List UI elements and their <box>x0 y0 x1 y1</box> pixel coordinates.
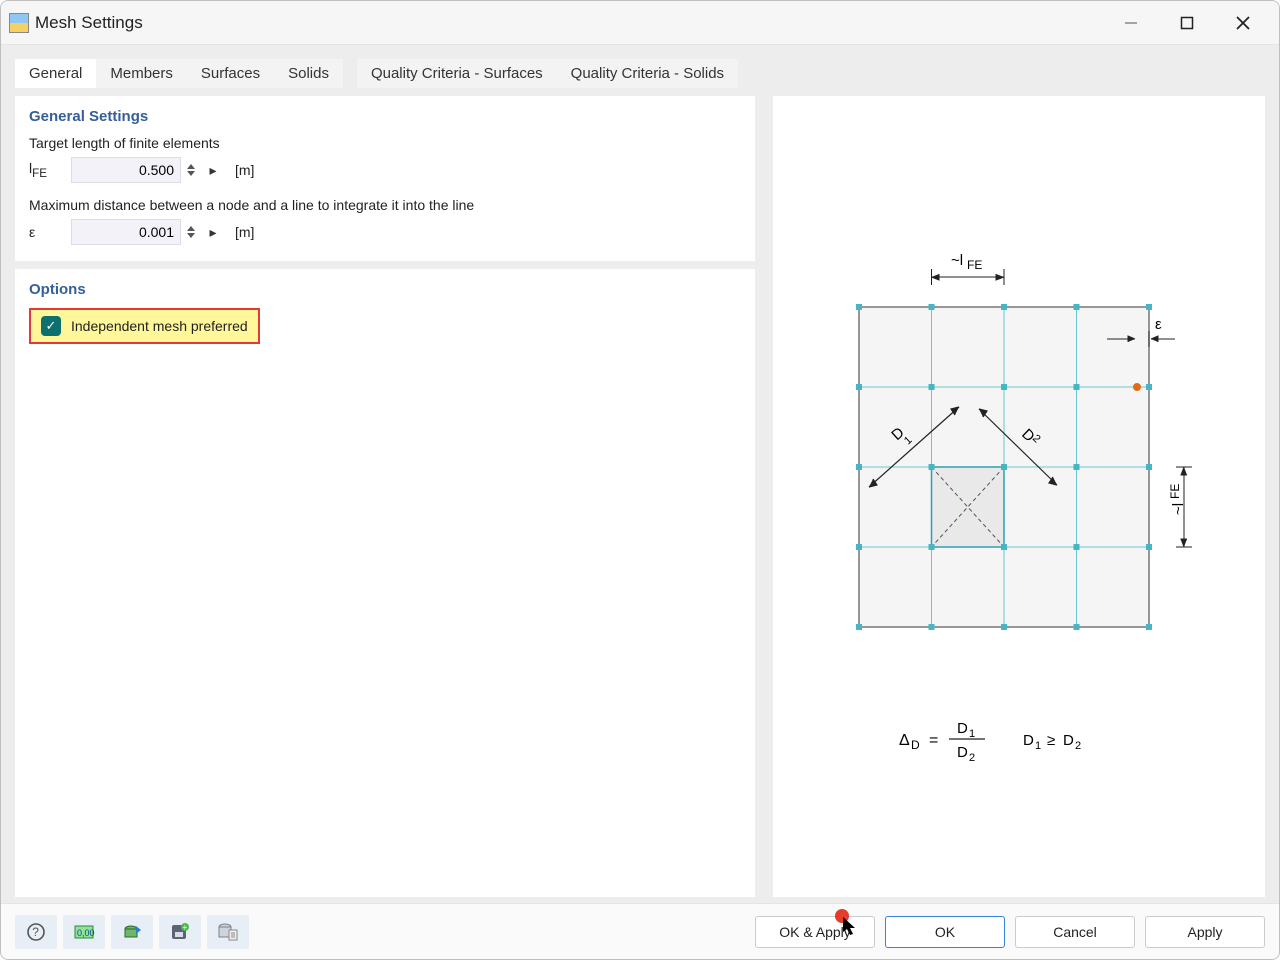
minimize-button[interactable] <box>1103 3 1159 43</box>
tab-surfaces[interactable]: Surfaces <box>187 59 274 88</box>
options-title: Options <box>29 281 741 298</box>
max-distance-symbol: ε <box>29 224 63 240</box>
svg-text:FE: FE <box>1168 483 1182 498</box>
tab-solids[interactable]: Solids <box>274 59 343 88</box>
units-icon: 0,00 <box>73 922 95 942</box>
svg-text:~l: ~l <box>951 252 963 269</box>
svg-text:Δ: Δ <box>899 732 910 749</box>
export-button[interactable] <box>111 915 153 949</box>
svg-text:2: 2 <box>969 752 975 764</box>
target-length-row: lFE ▸ [m] <box>29 157 741 183</box>
svg-text:=: = <box>929 732 938 749</box>
svg-text:D: D <box>911 738 920 752</box>
tab-general[interactable]: General <box>15 59 96 88</box>
target-length-label: Target length of finite elements <box>29 135 741 151</box>
chevron-down-icon <box>187 171 195 176</box>
svg-text:~l: ~l <box>1170 502 1187 514</box>
help-button[interactable]: ? <box>15 915 57 949</box>
app-icon <box>9 13 29 33</box>
tab-strip: General Members Surfaces Solids Quality … <box>15 59 1265 88</box>
target-length-input[interactable] <box>71 157 181 183</box>
svg-text:1: 1 <box>1035 740 1041 752</box>
settings-panel: General Settings Target length of finite… <box>15 96 755 897</box>
general-settings-section: General Settings Target length of finite… <box>15 96 755 261</box>
database-icon <box>217 922 239 942</box>
independent-mesh-label: Independent mesh preferred <box>71 318 248 334</box>
tab-quality-surfaces[interactable]: Quality Criteria - Surfaces <box>357 59 557 88</box>
content-area: General Settings Target length of finite… <box>15 96 1265 897</box>
max-distance-unit: [m] <box>235 224 254 240</box>
main-window: Mesh Settings General Members Surfaces S… <box>0 0 1280 960</box>
maximize-button[interactable] <box>1159 3 1215 43</box>
target-length-spinner[interactable] <box>187 157 195 183</box>
tab-quality-solids[interactable]: Quality Criteria - Solids <box>557 59 738 88</box>
chevron-down-icon <box>187 233 195 238</box>
independent-mesh-row[interactable]: ✓ Independent mesh preferred <box>29 308 260 344</box>
dialog-footer: ? 0,00 + OK & Apply OK Cancel Apply <box>1 903 1279 959</box>
svg-text:≥: ≥ <box>1047 732 1055 749</box>
check-icon: ✓ <box>46 318 57 334</box>
svg-text:ε: ε <box>1155 316 1162 333</box>
options-section: Options ✓ Independent mesh preferred <box>15 269 755 897</box>
svg-text:D: D <box>957 744 968 761</box>
max-distance-row: ε ▸ [m] <box>29 219 741 245</box>
database-button[interactable] <box>207 915 249 949</box>
window-title: Mesh Settings <box>35 13 143 33</box>
target-length-picker[interactable]: ▸ <box>205 162 221 178</box>
ok-button[interactable]: OK <box>885 916 1005 948</box>
diagram-panel: D 1 D 2 <box>773 96 1265 897</box>
max-distance-spinner[interactable] <box>187 219 195 245</box>
independent-mesh-checkbox[interactable]: ✓ <box>41 316 61 336</box>
svg-text:?: ? <box>32 925 39 939</box>
tab-members[interactable]: Members <box>96 59 187 88</box>
svg-text:1: 1 <box>969 728 975 740</box>
units-button[interactable]: 0,00 <box>63 915 105 949</box>
svg-text:D: D <box>957 720 968 737</box>
max-distance-picker[interactable]: ▸ <box>205 224 221 240</box>
cursor-icon <box>843 917 859 937</box>
max-distance-input[interactable] <box>71 219 181 245</box>
svg-text:FE: FE <box>967 258 982 272</box>
svg-text:+: + <box>183 923 188 932</box>
apply-button[interactable]: Apply <box>1145 916 1265 948</box>
target-length-unit: [m] <box>235 162 254 178</box>
dialog-body: General Members Surfaces Solids Quality … <box>1 45 1279 903</box>
window-controls <box>1103 3 1271 43</box>
export-icon <box>122 922 142 942</box>
chevron-up-icon <box>187 226 195 231</box>
svg-text:2: 2 <box>1075 740 1081 752</box>
help-icon: ? <box>26 922 46 942</box>
cancel-button[interactable]: Cancel <box>1015 916 1135 948</box>
mesh-diagram: D 1 D 2 <box>809 187 1229 807</box>
save-icon: + <box>170 922 190 942</box>
titlebar: Mesh Settings <box>1 1 1279 45</box>
close-button[interactable] <box>1215 3 1271 43</box>
max-distance-label: Maximum distance between a node and a li… <box>29 197 741 213</box>
svg-text:D: D <box>1063 732 1074 749</box>
svg-text:0,00: 0,00 <box>77 928 95 938</box>
svg-text:D: D <box>1023 732 1034 749</box>
save-button[interactable]: + <box>159 915 201 949</box>
general-settings-title: General Settings <box>29 108 741 125</box>
chevron-up-icon <box>187 164 195 169</box>
target-length-symbol: lFE <box>29 160 63 180</box>
